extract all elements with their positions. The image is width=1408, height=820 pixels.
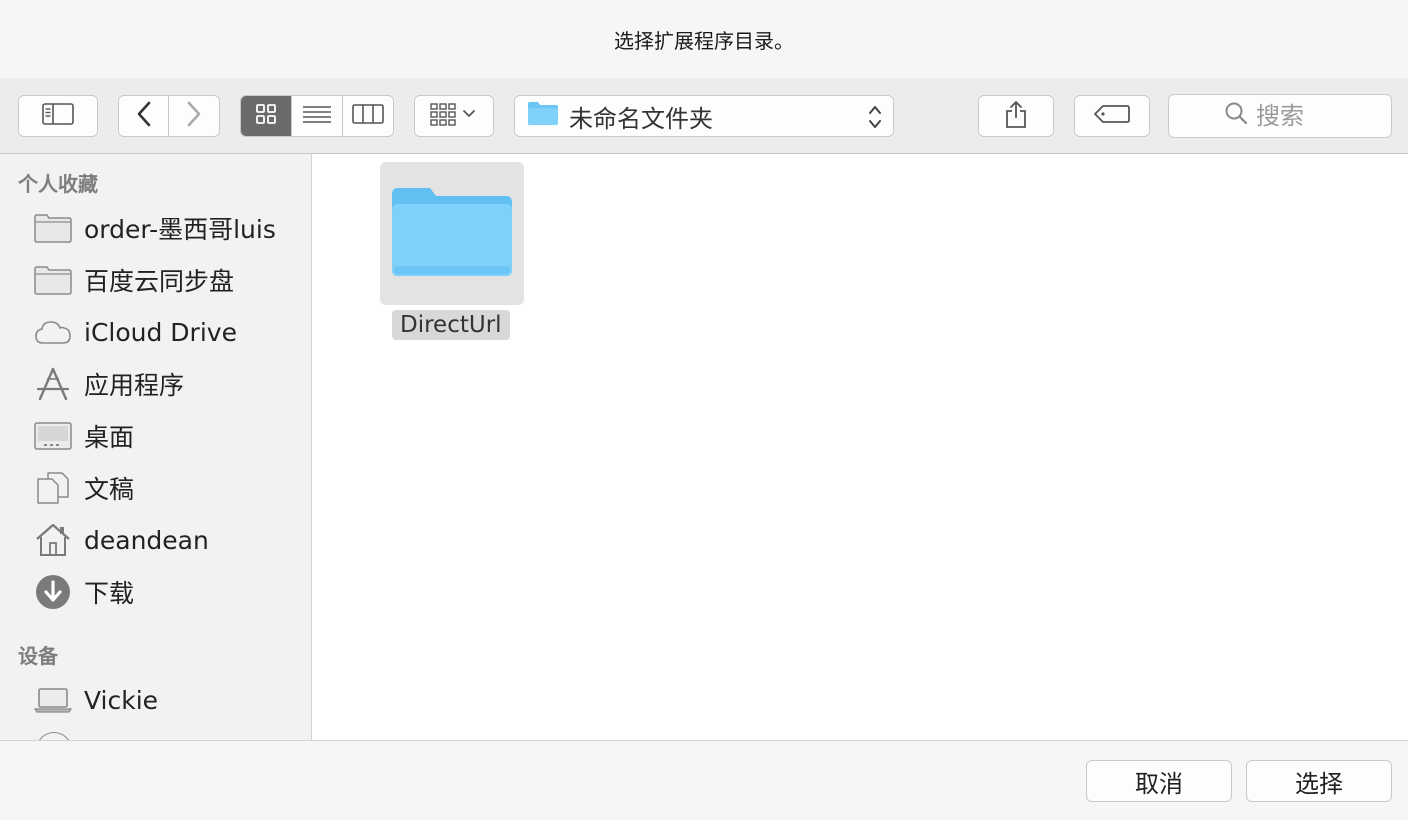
large-folder-icon [390, 182, 514, 286]
cloud-icon [34, 314, 72, 350]
folder-icon [527, 100, 559, 132]
folder-label-directurl: DirectUrl [392, 310, 510, 340]
documents-icon [34, 470, 72, 506]
file-browser: DirectUrl [312, 154, 1408, 740]
window-title-bar: 选择扩展程序目录。 [0, 0, 1408, 78]
desktop-icon [34, 418, 72, 454]
list-icon [302, 104, 332, 128]
path-folder-label: 未命名文件夹 [569, 104, 713, 133]
applications-icon [34, 366, 72, 402]
laptop-icon [34, 682, 72, 718]
sidebar-icon [42, 103, 74, 129]
sidebar-item-desktop[interactable]: 桌面 [34, 416, 304, 456]
sidebar-item-label: 应用程序 [84, 371, 185, 400]
group-by-button[interactable] [414, 95, 494, 137]
tag-icon [1094, 104, 1130, 128]
chevron-right-icon [186, 101, 202, 131]
sidebar-item-label: 百度云同步盘 [84, 267, 235, 296]
download-icon [34, 574, 72, 610]
column-view-button[interactable] [343, 96, 393, 136]
search-icon [1224, 101, 1248, 131]
choose-button[interactable]: 选择 [1246, 760, 1392, 802]
sidebar-item-applications[interactable]: 应用程序 [34, 364, 304, 404]
view-mode-segment [240, 95, 394, 137]
grid-icon [255, 103, 277, 129]
share-button[interactable] [978, 95, 1054, 137]
list-view-button[interactable] [292, 96, 343, 136]
sidebar-item-label: iCloud Drive [84, 317, 237, 347]
disc-icon [36, 732, 72, 740]
sidebar-item-home[interactable]: deandean [34, 520, 304, 560]
icon-view-button[interactable] [241, 96, 293, 136]
forward-button[interactable] [169, 96, 219, 136]
sidebar-item-vickie[interactable]: Vickie [34, 680, 304, 720]
folder-tile-directurl[interactable] [380, 162, 524, 305]
search-input[interactable] [1256, 102, 1336, 130]
sidebar-item-downloads[interactable]: 下载 [34, 572, 304, 612]
chevron-left-icon [136, 101, 152, 131]
folder-icon [34, 262, 72, 298]
sidebar-item-label: 下载 [84, 579, 135, 608]
nav-segment [118, 95, 220, 137]
dialog-footer: 取消 选择 [0, 740, 1408, 820]
tag-button[interactable] [1074, 95, 1150, 137]
sidebar-item-order[interactable]: order-墨西哥luis [34, 208, 304, 248]
sidebar-item-label: 文稿 [84, 475, 135, 504]
sidebar-item-label: order-墨西哥luis [84, 215, 276, 244]
group-grid-icon [429, 102, 479, 130]
window-title: 选择扩展程序目录。 [614, 28, 794, 53]
sidebar-item-label: 桌面 [84, 423, 135, 452]
sidebar: 个人收藏 order-墨西哥luis 百度云同步盘 iCloud Drive 应… [0, 154, 312, 740]
sidebar-item-label: deandean [84, 525, 209, 555]
home-icon [34, 522, 72, 558]
search-field[interactable] [1168, 94, 1392, 138]
folder-icon [34, 210, 72, 246]
cancel-button[interactable]: 取消 [1086, 760, 1232, 802]
sidebar-item-icloud-drive[interactable]: iCloud Drive [34, 312, 304, 352]
favorites-section-title: 个人收藏 [18, 172, 98, 196]
path-popup[interactable]: 未命名文件夹 [514, 95, 894, 137]
devices-section-title: 设备 [18, 644, 58, 668]
back-button[interactable] [119, 96, 170, 136]
share-icon [1004, 99, 1028, 133]
columns-icon [352, 104, 384, 128]
sidebar-item-label: Vickie [84, 685, 159, 715]
updown-arrows-icon [867, 102, 883, 138]
sidebar-toggle-button[interactable] [18, 95, 98, 137]
sidebar-item-baiduyun[interactable]: 百度云同步盘 [34, 260, 304, 300]
sidebar-item-documents[interactable]: 文稿 [34, 468, 304, 508]
toolbar: 未命名文件夹 [0, 78, 1408, 154]
